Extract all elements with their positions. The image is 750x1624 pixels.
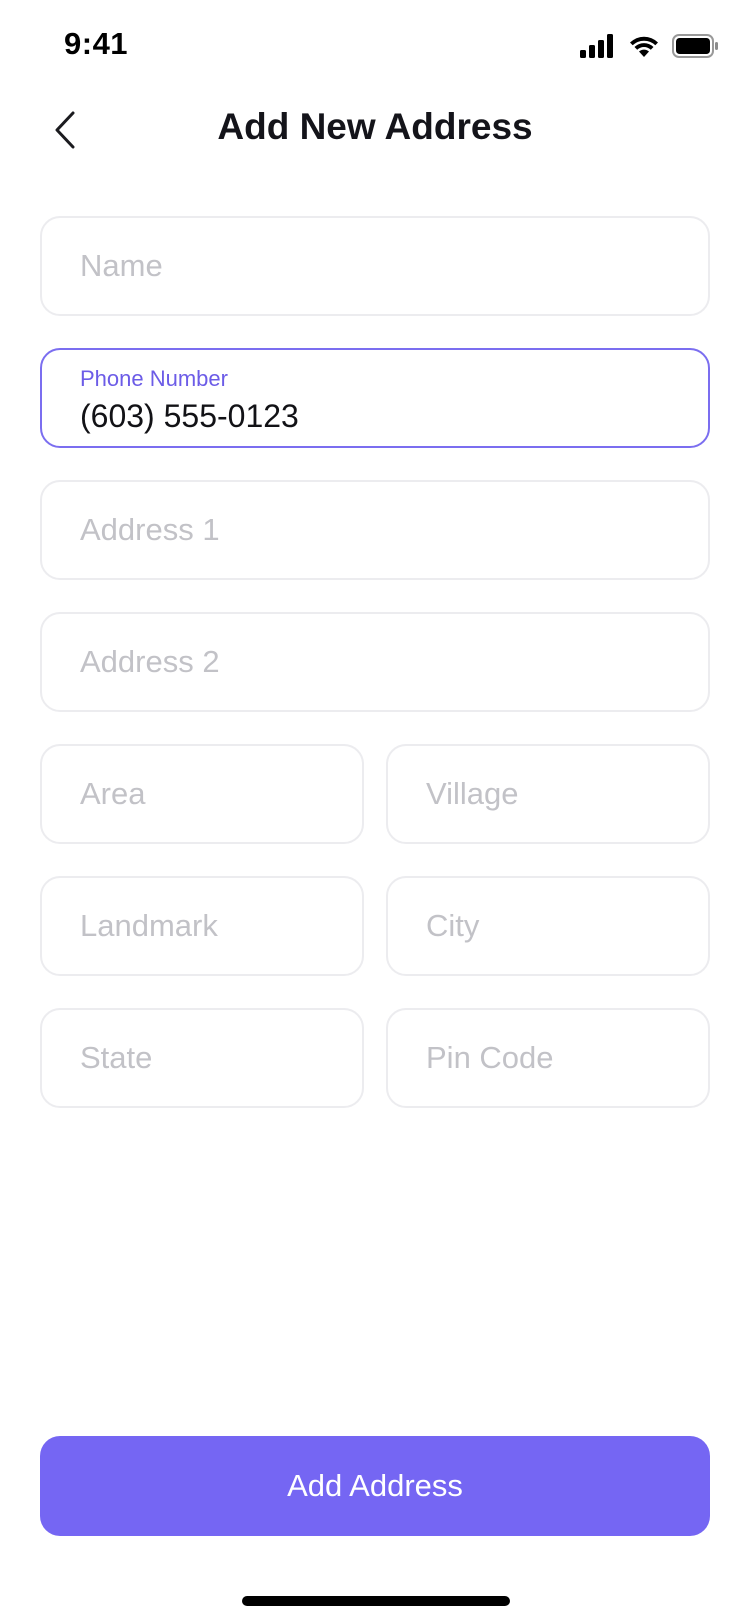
address1-field[interactable] [40, 480, 710, 580]
phone-field[interactable]: Phone Number [40, 348, 710, 448]
add-address-button[interactable]: Add Address [40, 1436, 710, 1536]
home-indicator [242, 1596, 510, 1606]
landmark-input[interactable] [80, 878, 340, 974]
village-field[interactable] [386, 744, 710, 844]
phone-label: Phone Number [80, 366, 228, 391]
name-input[interactable] [80, 218, 686, 314]
city-field[interactable] [386, 876, 710, 976]
status-icons [580, 34, 718, 63]
phone-input[interactable] [80, 394, 686, 438]
signal-icon [580, 34, 616, 63]
village-input[interactable] [426, 746, 686, 842]
status-bar: 9:41 [0, 0, 750, 94]
state-field[interactable] [40, 1008, 364, 1108]
area-field[interactable] [40, 744, 364, 844]
landmark-field[interactable] [40, 876, 364, 976]
area-input[interactable] [80, 746, 340, 842]
page-title: Add New Address [217, 106, 533, 147]
pin-code-field[interactable] [386, 1008, 710, 1108]
battery-icon [672, 34, 718, 63]
wifi-icon [628, 34, 660, 63]
state-input[interactable] [80, 1010, 340, 1106]
address2-field[interactable] [40, 612, 710, 712]
status-time: 9:41 [64, 26, 129, 61]
address1-input[interactable] [80, 482, 686, 578]
city-input[interactable] [426, 878, 686, 974]
name-field[interactable] [40, 216, 710, 316]
address2-input[interactable] [80, 614, 686, 710]
pin-code-input[interactable] [426, 1010, 686, 1106]
